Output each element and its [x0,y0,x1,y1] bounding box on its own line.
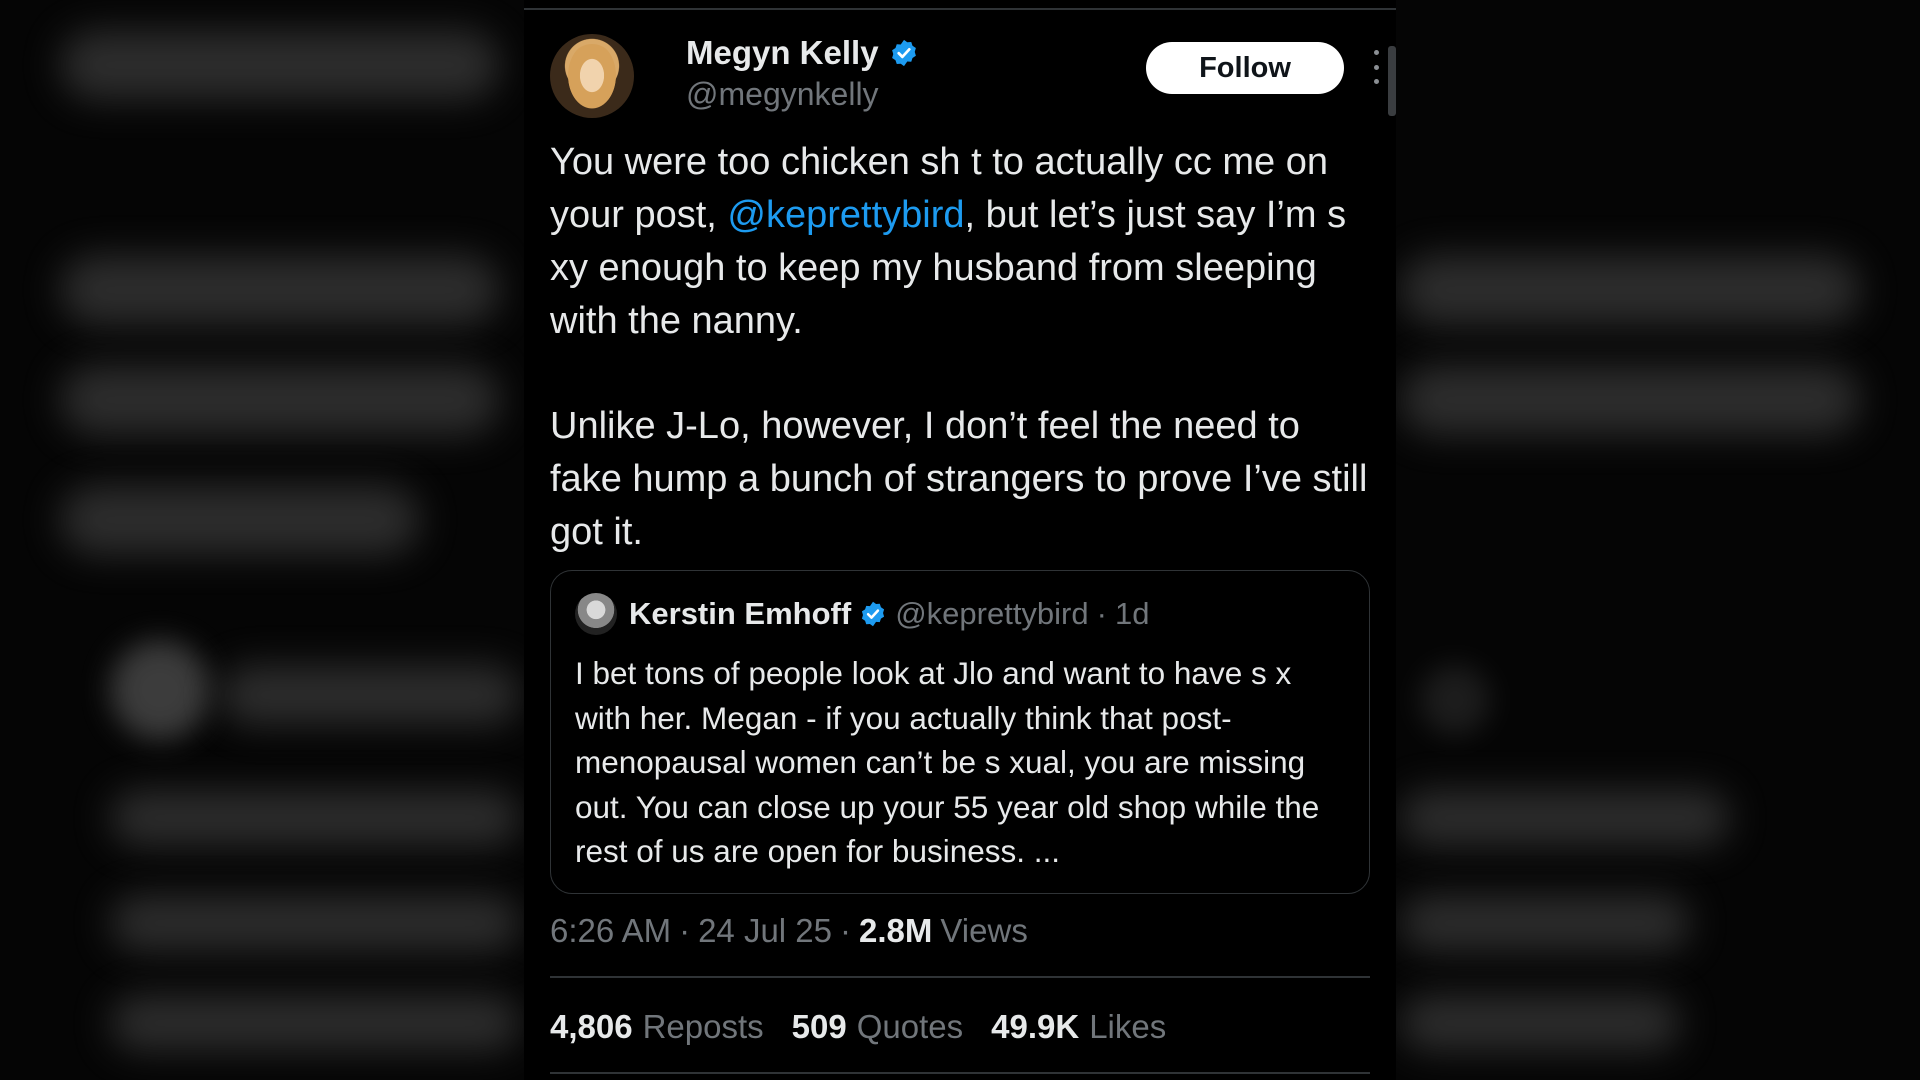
views-count: 2.8M [859,912,933,949]
blurred-text [110,790,520,846]
engagement-stats: 4,806 Reposts 509 Quotes 49.9K Likes [550,1008,1166,1046]
quoted-tweet-header: Kerstin Emhoff @keprettybird · 1d [575,593,1345,635]
tweet-paragraph-2: Unlike J-Lo, however, I don’t feel the n… [550,405,1368,553]
tweet-paragraph-1: You were too chicken sh t to actually cc… [550,136,1380,348]
author-avatar[interactable] [550,34,634,118]
likes-label: Likes [1089,1008,1167,1045]
blurred-text [1400,995,1680,1051]
likes-count: 49.9K [991,1008,1080,1045]
blurred-text [220,665,520,725]
tweet-panel: Megyn Kelly @megynkelly Follow You were … [524,0,1396,1080]
author-name[interactable]: Megyn Kelly [686,34,879,72]
quotes-stat[interactable]: 509 Quotes [792,1008,963,1046]
quoted-tweet-text: I bet tons of people look at Jlo and wan… [575,655,1320,869]
reposts-stat[interactable]: 4,806 Reposts [550,1008,764,1046]
author-handle[interactable]: @megynkelly [686,76,919,113]
blurred-text [110,995,520,1051]
blurred-text [110,895,520,951]
blurred-avatar [110,640,210,740]
mention-link[interactable]: @keprettybird [727,194,964,236]
blurred-text [1400,895,1690,951]
tweet-date[interactable]: 24 Jul 25 [698,912,832,950]
quoted-author-handle: @keprettybird [895,596,1089,631]
verified-badge-icon [862,601,885,627]
separator: · [679,912,691,949]
reposts-count: 4,806 [550,1008,633,1045]
top-divider [524,8,1396,10]
quoted-tweet-age: 1d [1114,596,1150,631]
blurred-icon [1420,665,1490,735]
reposts-label: Reposts [642,1008,764,1045]
scrollbar[interactable] [1388,46,1396,116]
quotes-label: Quotes [856,1008,964,1045]
blurred-text [60,30,500,100]
follow-button[interactable]: Follow [1146,42,1344,94]
tweet-metadata: 6:26 AM · 24 Jul 25 · 2.8M Views [550,912,1028,950]
blurred-text [60,365,500,435]
separator: · [1096,596,1107,631]
more-vertical-icon[interactable] [1368,50,1384,84]
quoted-author-avatar [575,593,617,635]
tweet-header: Megyn Kelly @megynkelly Follow [550,34,1379,120]
tweet-time[interactable]: 6:26 AM [550,912,671,950]
blurred-text [60,485,420,555]
quoted-tweet[interactable]: Kerstin Emhoff @keprettybird · 1d I bet … [550,570,1370,894]
blurred-text [1400,255,1860,325]
author-info[interactable]: Megyn Kelly @megynkelly [686,34,919,113]
blurred-text [60,255,500,325]
divider [550,1072,1370,1074]
quoted-author-name: Kerstin Emhoff [629,596,852,631]
likes-stat[interactable]: 49.9K Likes [991,1008,1166,1046]
blurred-text [1400,790,1730,846]
views-label: Views [940,912,1028,949]
quotes-count: 509 [791,1008,847,1045]
verified-badge-icon [891,39,916,67]
separator: · [840,912,852,949]
divider [550,976,1370,978]
tweet-body: You were too chicken sh t to actually cc… [550,136,1380,559]
blurred-text [1400,365,1860,435]
